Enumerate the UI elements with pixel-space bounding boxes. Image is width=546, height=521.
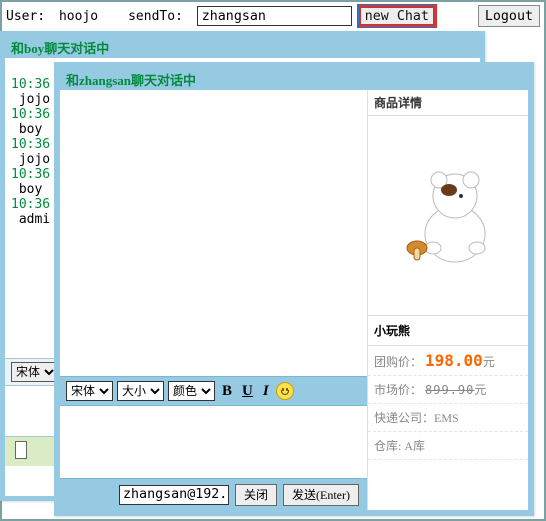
composer[interactable] (60, 406, 367, 478)
chat-left-pane: 宋体 大小 颜色 B U I 关闭 发送(Enter) (60, 90, 368, 510)
sendto-label: sendTo: (128, 9, 191, 24)
stock-label: 仓库: (374, 439, 404, 453)
italic-button[interactable]: I (260, 383, 272, 400)
product-header: 商品详情 (368, 90, 528, 116)
user-label: User: (6, 9, 53, 24)
color-select[interactable]: 颜色 (168, 381, 215, 401)
market-price-unit: 元 (474, 383, 486, 397)
chat-history (60, 90, 367, 376)
close-button[interactable]: 关闭 (235, 484, 277, 506)
font-select[interactable]: 宋体 (11, 362, 58, 382)
smiley-icon[interactable] (276, 382, 294, 400)
window-title: 和boy聊天对话中 (5, 36, 480, 58)
courier-row: 快递公司：EMS (368, 404, 528, 432)
window-title: 和zhangsan聊天对话中 (60, 68, 528, 90)
chat-window-zhangsan: 和zhangsan聊天对话中 宋体 大小 颜色 B U I (54, 62, 534, 516)
market-price-value: 899.90 (425, 383, 474, 397)
underline-button[interactable]: U (239, 383, 256, 400)
top-bar: User: hoojo sendTo: new Chat Logout (2, 2, 544, 30)
stock-row: 仓库: A库 (368, 432, 528, 460)
size-select[interactable]: 大小 (117, 381, 164, 401)
format-toolbar: 宋体 大小 颜色 B U I (60, 376, 367, 406)
sendto-input[interactable] (197, 6, 352, 26)
group-price-unit: 元 (483, 355, 495, 369)
product-image (368, 116, 528, 316)
stock-value: A库 (404, 439, 425, 453)
send-button[interactable]: 发送(Enter) (283, 484, 359, 506)
font-select[interactable]: 宋体 (66, 381, 113, 401)
courier-label: 快递公司： (374, 411, 434, 425)
target-input[interactable] (119, 485, 229, 505)
group-price-row: 团购价： 198.00元 (368, 346, 528, 376)
market-price-label: 市场价： (374, 383, 422, 397)
bold-button[interactable]: B (219, 383, 235, 400)
product-name: 小玩熊 (368, 316, 528, 346)
group-price-value: 198.00 (425, 351, 483, 370)
group-price-label: 团购价： (374, 355, 422, 369)
courier-value: EMS (434, 411, 459, 425)
market-price-row: 市场价： 899.90元 (368, 376, 528, 404)
new-chat-button[interactable]: new Chat (358, 5, 436, 27)
user-value: hoojo (59, 9, 98, 24)
logout-button[interactable]: Logout (478, 5, 540, 27)
footer-slot (15, 441, 27, 459)
window-footer: 关闭 发送(Enter) (60, 478, 367, 510)
product-pane: 商品详情 小玩熊 团购价： (368, 90, 528, 510)
bear-icon (393, 156, 503, 276)
